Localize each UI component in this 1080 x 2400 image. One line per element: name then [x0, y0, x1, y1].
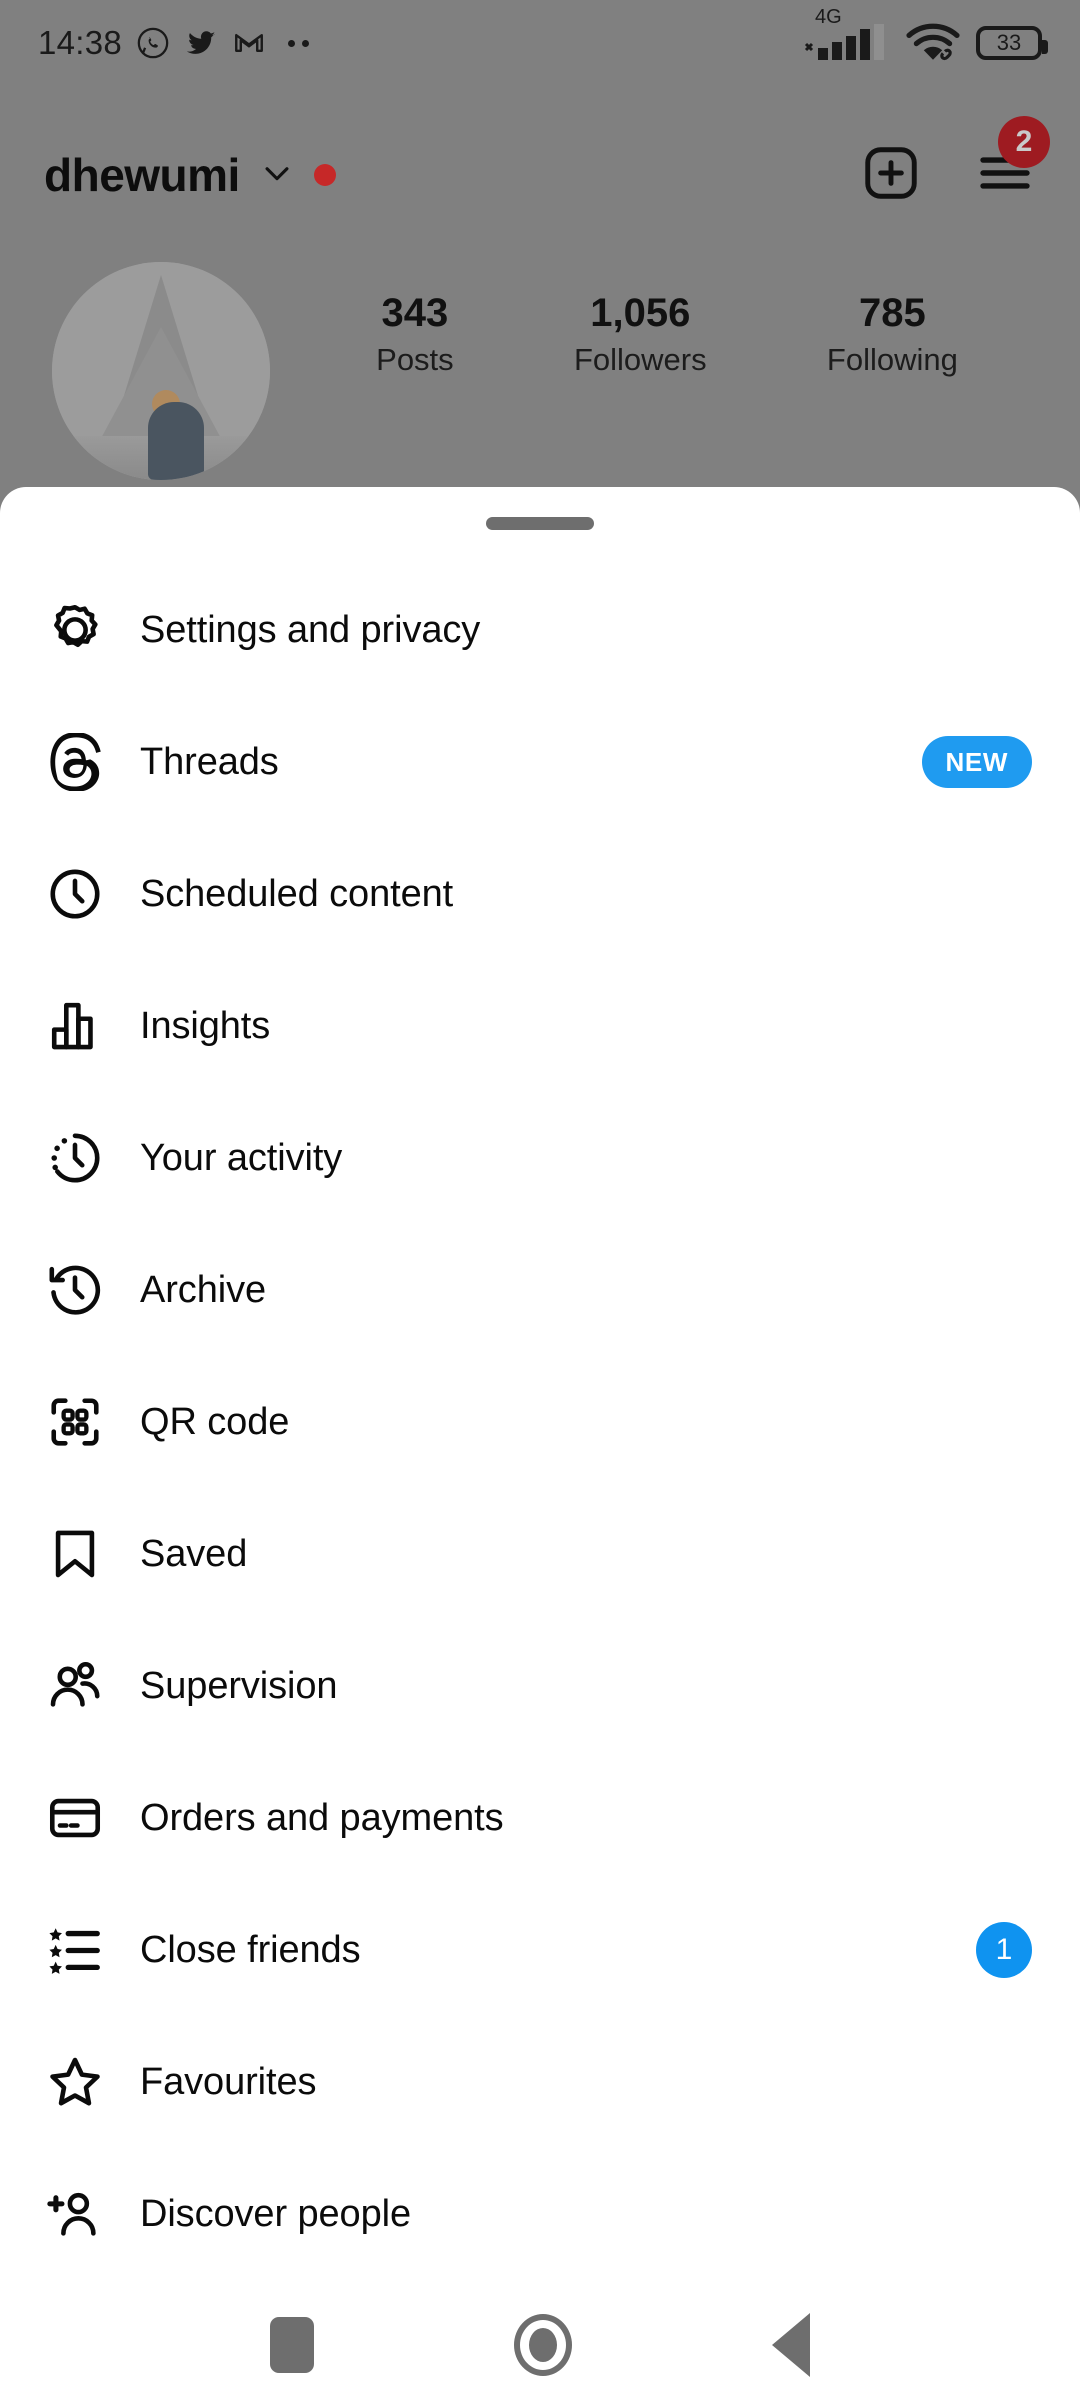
menu-item-orders-and-payments[interactable]: Orders and payments — [0, 1752, 1080, 1884]
network-type-label: 4G — [815, 6, 842, 28]
threads-icon — [46, 733, 120, 791]
menu-item-insights[interactable]: Insights — [0, 960, 1080, 1092]
profile-stats: 343 Posts 1,056 Followers 785 Following — [270, 262, 1028, 378]
menu-item-supervision[interactable]: Supervision — [0, 1620, 1080, 1752]
menu-item-discover-people[interactable]: Discover people — [0, 2148, 1080, 2280]
menu-item-label: Discover people — [140, 2192, 411, 2235]
stat-posts[interactable]: 343 Posts — [376, 290, 454, 378]
unread-dot-indicator — [313, 164, 336, 186]
menu-item-label: Favourites — [140, 2060, 317, 2103]
clock-icon — [46, 865, 120, 923]
drag-handle[interactable] — [486, 517, 594, 530]
menu-item-scheduled-content[interactable]: Scheduled content — [0, 828, 1080, 960]
back-triangle-icon[interactable] — [772, 2313, 810, 2377]
status-bar-left: 14:38 — [38, 24, 310, 62]
android-nav-bar — [0, 2290, 1080, 2400]
hamburger-menu-button[interactable]: 2 — [974, 115, 1050, 209]
signal-bars-icon: 4G — [804, 6, 890, 62]
username-label: dhewumi — [44, 149, 240, 201]
menu-item-label: Close friends — [140, 1928, 361, 1971]
two-people-icon — [46, 1657, 120, 1715]
credit-card-icon — [46, 1789, 120, 1847]
battery-level-label: 33 — [996, 30, 1022, 55]
avatar[interactable] — [52, 262, 270, 480]
menu-item-label: QR code — [140, 1400, 290, 1443]
stat-label: Posts — [376, 342, 454, 377]
stat-value: 785 — [858, 291, 926, 335]
activity-clock-icon — [46, 1129, 120, 1187]
archive-clock-icon — [46, 1261, 120, 1319]
menu-item-label: Insights — [140, 1004, 271, 1047]
stat-label: Followers — [573, 342, 707, 377]
stat-value: 343 — [381, 291, 449, 335]
stat-label: Following — [826, 342, 958, 377]
bottom-sheet-menu: Settings and privacy Threads NEW Schedul… — [0, 487, 1080, 2293]
recents-square-icon[interactable] — [270, 2317, 314, 2373]
menu-notification-badge: 2 — [998, 115, 1050, 168]
menu-item-label: Threads — [140, 740, 279, 783]
add-post-button[interactable] — [860, 142, 922, 209]
stat-followers[interactable]: 1,056 Followers — [574, 290, 707, 378]
menu-item-label: Settings and privacy — [140, 608, 481, 651]
menu-item-your-activity[interactable]: Your activity — [0, 1092, 1080, 1224]
profile-summary: 343 Posts 1,056 Followers 785 Following — [0, 262, 1080, 502]
chevron-down-icon — [260, 156, 294, 195]
battery-icon: 33 — [976, 26, 1048, 60]
status-bar-clock: 14:38 — [38, 24, 123, 61]
bar-chart-icon — [46, 997, 120, 1055]
menu-item-label: Scheduled content — [140, 872, 454, 915]
menu-item-label: Supervision — [140, 1664, 338, 1707]
menu-item-favourites[interactable]: Favourites — [0, 2016, 1080, 2148]
status-bar: 14:38 4G 33 — [0, 0, 1080, 86]
header-actions: 2 — [860, 115, 1050, 209]
stat-value: 1,056 — [590, 291, 691, 335]
phone-screen: 14:38 4G 33 dhewumi 2 343 Posts 1,056 Fo… — [0, 0, 1080, 2400]
avatar-person-body — [147, 402, 204, 480]
menu-item-archive[interactable]: Archive — [0, 1224, 1080, 1356]
menu-item-settings-and-privacy[interactable]: Settings and privacy — [0, 564, 1080, 696]
gear-icon — [46, 601, 120, 659]
menu-item-close-friends[interactable]: Close friends 1 — [0, 1884, 1080, 2016]
gmail-icon — [232, 26, 266, 60]
new-badge: NEW — [921, 736, 1032, 788]
username-switcher[interactable]: dhewumi — [44, 148, 336, 202]
menu-item-qr-code[interactable]: QR code — [0, 1356, 1080, 1488]
menu-item-label: Archive — [140, 1268, 267, 1311]
menu-item-label: Your activity — [140, 1136, 343, 1179]
menu-item-label: Orders and payments — [140, 1796, 504, 1839]
person-plus-icon — [46, 2185, 120, 2243]
status-bar-right: 4G 33 — [804, 6, 1048, 63]
stat-following[interactable]: 785 Following — [827, 290, 958, 378]
twitter-icon — [184, 26, 218, 60]
star-icon — [46, 2053, 120, 2111]
menu-item-threads[interactable]: Threads NEW — [0, 696, 1080, 828]
whatsapp-icon — [136, 26, 170, 60]
menu-list: Settings and privacy Threads NEW Schedul… — [0, 564, 1080, 2280]
qr-code-icon — [46, 1393, 120, 1451]
menu-item-label: Saved — [140, 1532, 248, 1575]
home-circle-icon[interactable] — [514, 2314, 572, 2376]
profile-header: dhewumi 2 — [0, 115, 1080, 230]
star-list-icon — [46, 1921, 120, 1979]
wifi-icon — [906, 23, 960, 63]
menu-item-saved[interactable]: Saved — [0, 1488, 1080, 1620]
more-notifications-icon — [288, 39, 310, 47]
close-friends-count-badge: 1 — [976, 1922, 1032, 1978]
bookmark-icon — [46, 1525, 120, 1583]
